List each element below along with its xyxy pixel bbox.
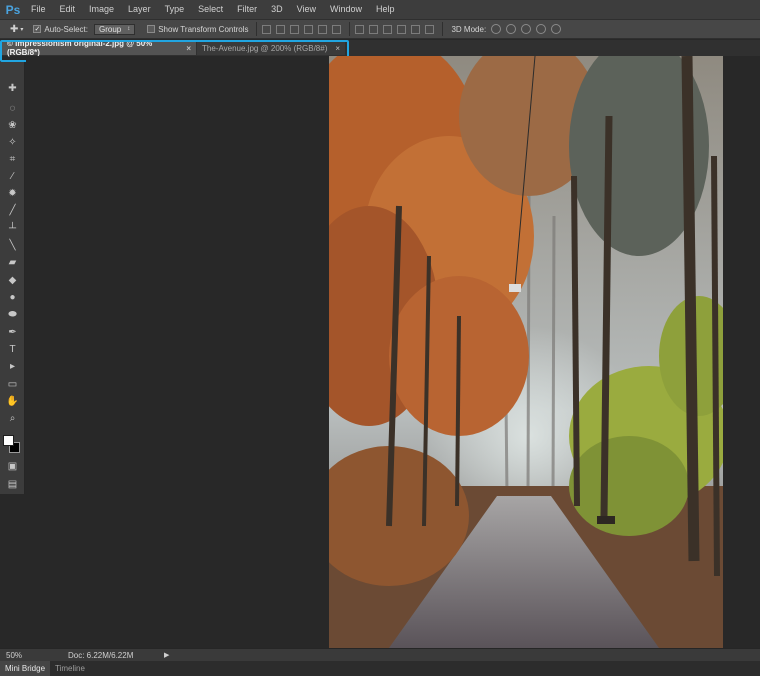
stamp-tool-icon[interactable]: ┴ — [6, 222, 19, 235]
align-hcenter-icon[interactable] — [318, 24, 328, 34]
zoom-tool-icon[interactable]: ⌕ — [6, 412, 19, 425]
distribute-hcenter-icon[interactable] — [411, 24, 421, 34]
align-vcenter-icon[interactable] — [276, 24, 286, 34]
status-bar: 50% Doc: 6.22M/6.22M ▶ — [0, 648, 760, 661]
3d-scale-icon[interactable] — [551, 24, 562, 34]
paint-bucket-tool-icon[interactable]: ◆ — [6, 274, 19, 287]
lasso-tool-icon[interactable]: ❀ — [6, 119, 19, 132]
screen-mode-icon[interactable]: ▤ — [6, 478, 19, 491]
marquee-tool-icon[interactable]: ◌ — [6, 102, 19, 115]
crop-tool-icon[interactable]: ⌗ — [6, 153, 19, 166]
document-image[interactable] — [329, 56, 723, 648]
brush-tool-icon[interactable]: ╱ — [6, 204, 19, 217]
blur-tool-icon[interactable]: ● — [6, 291, 19, 304]
eyedropper-tool-icon[interactable]: ∕ — [6, 170, 19, 183]
tab-impressionism-original[interactable]: © Impressionism original-2.jpg @ 50% (RG… — [2, 39, 196, 57]
3d-rotate-icon[interactable] — [491, 24, 502, 34]
options-bar: ✚ ▾ ✓ Auto-Select: Group ↕ Show Transfor… — [0, 19, 760, 39]
divider — [442, 22, 444, 36]
menu-edit[interactable]: Edit — [53, 0, 83, 19]
hand-tool-icon[interactable]: ✋ — [6, 395, 19, 408]
zoom-level[interactable]: 50% — [6, 651, 32, 660]
tab-the-avenue[interactable]: The-Avenue.jpg @ 200% (RGB/8#) × — [197, 41, 345, 55]
tab-mini-bridge[interactable]: Mini Bridge — [0, 661, 51, 676]
menu-help[interactable]: Help — [369, 0, 402, 19]
tab-label: © Impressionism original-2.jpg @ 50% (RG… — [7, 39, 153, 57]
menu-window[interactable]: Window — [323, 0, 369, 19]
menu-image[interactable]: Image — [82, 0, 121, 19]
3d-roll-icon[interactable] — [506, 24, 517, 34]
foreground-color-swatch[interactable] — [3, 435, 14, 446]
chevron-updown-icon: ↕ — [127, 25, 131, 32]
auto-select-toggle[interactable]: ✓ Auto-Select: — [33, 25, 88, 34]
align-top-icon[interactable] — [262, 24, 272, 34]
status-menu-arrow-icon[interactable]: ▶ — [164, 651, 169, 659]
autumn-forest-photo — [329, 56, 723, 648]
history-brush-tool-icon[interactable]: ╲ — [6, 239, 19, 252]
auto-select-target: Group ↕ — [93, 23, 136, 35]
3d-pan-icon[interactable] — [521, 24, 532, 34]
rectangle-tool-icon[interactable]: ▭ — [6, 378, 19, 391]
auto-select-value: Group — [98, 24, 122, 34]
tool-preset-picker[interactable]: ✚ ▾ — [10, 24, 23, 35]
menu-file[interactable]: File — [24, 0, 53, 19]
doc-size: Doc: 6.22M/6.22M — [68, 650, 134, 660]
menu-select[interactable]: Select — [191, 0, 230, 19]
distribute-vcenter-icon[interactable] — [369, 24, 379, 34]
distribute-left-icon[interactable] — [397, 24, 407, 34]
tab-timeline[interactable]: Timeline — [50, 661, 90, 676]
show-transform-toggle[interactable]: Show Transform Controls — [147, 25, 248, 34]
show-transform-checkbox[interactable] — [147, 25, 156, 33]
menu-3d[interactable]: 3D — [264, 0, 290, 19]
auto-select-label: Auto-Select: — [44, 24, 88, 34]
distribute-right-icon[interactable] — [425, 24, 435, 34]
close-icon[interactable]: × — [335, 44, 340, 53]
pen-tool-icon[interactable]: ✒ — [6, 326, 19, 339]
move-tool-icon: ✚ — [10, 23, 19, 35]
divider — [349, 22, 351, 36]
bottom-panel-tabs: Mini Bridge Timeline — [0, 661, 760, 676]
eraser-tool-icon[interactable]: ▰ — [6, 256, 19, 269]
3d-slide-icon[interactable] — [536, 24, 547, 34]
dodge-tool-icon[interactable]: ⬬ — [6, 308, 19, 321]
healing-brush-tool-icon[interactable]: ✹ — [6, 187, 19, 200]
document-tab-bar: © Impressionism original-2.jpg @ 50% (RG… — [0, 39, 760, 57]
photoshop-logo: Ps — [5, 2, 21, 17]
close-icon[interactable]: × — [186, 44, 191, 53]
divider — [256, 22, 258, 36]
distribute-top-icon[interactable] — [355, 24, 365, 34]
align-right-icon[interactable] — [332, 24, 342, 34]
tools-panel: ✚ ◌ ❀ ✧ ⌗ ∕ ✹ ╱ ┴ ╲ ▰ ◆ ● ⬬ ✒ T ▸ ▭ ✋ ⌕ ▣ ▤ — [0, 62, 25, 494]
menu-bar: Ps File Edit Image Layer Type Select Fil… — [0, 0, 760, 19]
align-left-icon[interactable] — [304, 24, 314, 34]
3d-mode-label: 3D Mode: — [451, 24, 487, 34]
tab-label: The-Avenue.jpg @ 200% (RGB/8#) — [202, 43, 328, 53]
move-tool-icon[interactable]: ✚ — [6, 82, 19, 95]
auto-select-checkbox[interactable]: ✓ — [33, 25, 42, 33]
chevron-down-icon: ▾ — [20, 26, 24, 33]
menu-type[interactable]: Type — [158, 0, 192, 19]
show-transform-label: Show Transform Controls — [158, 24, 249, 34]
align-bottom-icon[interactable] — [290, 24, 300, 34]
menu-filter[interactable]: Filter — [230, 0, 264, 19]
type-tool-icon[interactable]: T — [6, 343, 19, 356]
quick-mask-icon[interactable]: ▣ — [6, 460, 19, 473]
auto-select-dropdown[interactable]: Group ↕ — [93, 23, 136, 35]
canvas-area[interactable] — [26, 56, 760, 648]
distribute-bottom-icon[interactable] — [383, 24, 393, 34]
quick-select-tool-icon[interactable]: ✧ — [6, 136, 19, 149]
menu-layer[interactable]: Layer — [121, 0, 158, 19]
menu-view[interactable]: View — [290, 0, 323, 19]
path-select-tool-icon[interactable]: ▸ — [6, 360, 19, 373]
